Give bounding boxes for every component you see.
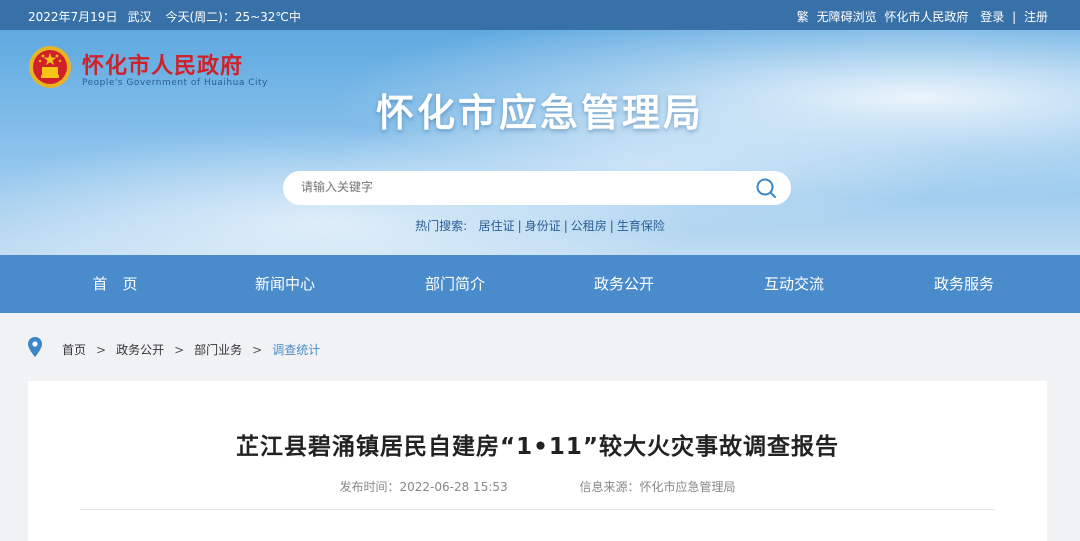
date-weather: 2022年7月19日 武汉 今天(周二)：25~32℃中 <box>28 8 311 25</box>
login-link[interactable]: 登录 <box>980 10 1004 24</box>
nav-item-services[interactable]: 政务服务 <box>879 255 1049 313</box>
top-bar: 2022年7月19日 武汉 今天(周二)：25~32℃中 繁 无障碍浏览 怀化市人民… <box>0 0 1080 30</box>
breadcrumb-sep: > <box>174 343 185 357</box>
search-input[interactable] <box>299 179 743 195</box>
hot-item-residence[interactable]: 居住证 <box>479 219 515 233</box>
hot-item-id-card[interactable]: 身份证 <box>525 219 561 233</box>
nav-item-affairs[interactable]: 政务公开 <box>539 255 709 313</box>
accessible-link[interactable]: 无障碍浏览 <box>817 10 877 24</box>
gov-link[interactable]: 怀化市人民政府 <box>884 10 968 24</box>
hot-item-public-housing[interactable]: 公租房 <box>571 219 607 233</box>
breadcrumb-sep: > <box>96 343 107 357</box>
breadcrumb-affairs[interactable]: 政务公开 <box>116 343 164 357</box>
site-title: 怀化市应急管理局 <box>375 91 704 135</box>
location-pin-icon <box>28 337 42 357</box>
nav-item-interaction[interactable]: 互动交流 <box>709 255 879 313</box>
header-banner: 怀化市人民政府 People's Government of Huaihua C… <box>0 30 1080 255</box>
search-box <box>283 171 791 205</box>
city-text: 武汉 <box>127 10 152 24</box>
top-divider: | <box>1012 10 1017 24</box>
publish-time: 发布时间：2022-06-28 15:53 <box>339 480 508 494</box>
top-links: 繁 无障碍浏览 怀化市人民政府 登录 | 注册 <box>793 8 1048 25</box>
main-nav: 首 页 新闻中心 部门简介 政务公开 互动交流 政务服务 <box>0 255 1080 313</box>
nav-item-news[interactable]: 新闻中心 <box>200 255 370 313</box>
breadcrumb-path: 首页 > 政务公开 > 部门业务 > 调查统计 <box>62 341 320 358</box>
article-divider <box>80 509 995 510</box>
article-title: 芷江县碧涌镇居民自建房“1•11”较大火灾事故调查报告 <box>236 434 839 460</box>
hot-searches: 热门搜索: 居住证 | 身份证 | 公租房 | 生育保险 <box>415 219 665 233</box>
traditional-link[interactable]: 繁 <box>797 10 809 24</box>
nav-item-about[interactable]: 部门简介 <box>370 255 540 313</box>
info-source: 信息来源：怀化市应急管理局 <box>579 480 736 494</box>
gov-name[interactable]: 怀化市人民政府 <box>82 48 243 80</box>
breadcrumb-current[interactable]: 调查统计 <box>272 343 320 357</box>
article-meta: 发布时间：2022-06-28 15:53 信息来源：怀化市应急管理局 <box>28 478 1047 495</box>
weather-text: 今天(周二)：25~32℃中 <box>165 10 301 24</box>
register-link[interactable]: 注册 <box>1024 10 1048 24</box>
article-card: 芷江县碧涌镇居民自建房“1•11”较大火灾事故调查报告 发布时间：2022-06… <box>28 381 1047 541</box>
hot-item-maternity[interactable]: 生育保险 <box>617 219 665 233</box>
hot-label: 热门搜索: <box>415 219 468 233</box>
breadcrumb-sep: > <box>252 343 263 357</box>
nav-item-home[interactable]: 首 页 <box>30 255 200 313</box>
search-icon[interactable] <box>755 177 777 199</box>
date-text: 2022年7月19日 <box>28 10 118 24</box>
breadcrumb-dept[interactable]: 部门业务 <box>194 343 242 357</box>
breadcrumb-home[interactable]: 首页 <box>62 343 86 357</box>
